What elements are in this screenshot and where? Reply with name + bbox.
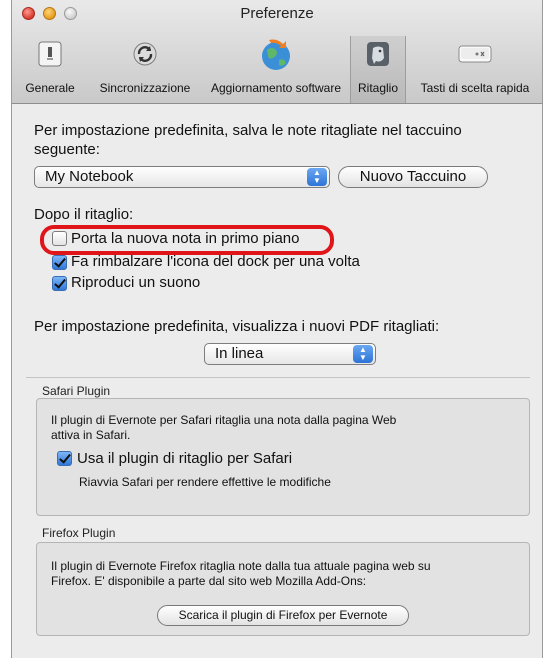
notebook-select[interactable]: My Notebook ▲ ▼ bbox=[34, 166, 330, 188]
firefox-plugin-desc-line1: Il plugin di Evernote Firefox ritaglia n… bbox=[51, 559, 431, 573]
safari-plugin-desc-line1: Il plugin di Evernote per Safari ritagli… bbox=[51, 413, 397, 427]
safari-plugin-checkbox-label: Usa il plugin di ritaglio per Safari bbox=[77, 450, 293, 467]
tab-tasti-di-scelta-rapida-label: Tasti di scelta rapida bbox=[420, 81, 530, 95]
notebook-select-value: My Notebook bbox=[45, 168, 134, 185]
after-clip-label: Dopo il ritaglio: bbox=[34, 206, 134, 223]
safari-plugin-group: Il plugin di Evernote per Safari ritagli… bbox=[36, 398, 530, 516]
tab-generale[interactable]: Generale bbox=[12, 36, 88, 103]
bounce-dock-checkbox[interactable] bbox=[52, 255, 67, 270]
globe-update-icon bbox=[259, 38, 293, 81]
safari-plugin-checkbox[interactable] bbox=[57, 451, 72, 466]
firefox-plugin-desc-line2: Firefox. E' disponibile a parte dal sito… bbox=[51, 574, 367, 588]
firefox-plugin-title: Firefox Plugin bbox=[42, 526, 116, 540]
default-notebook-label-line1: Per impostazione predefinita, salva le n… bbox=[34, 122, 462, 139]
safari-plugin-desc-line2: attiva in Safari. bbox=[51, 428, 131, 442]
play-sound-label: Riproduci un suono bbox=[71, 274, 201, 291]
download-firefox-plugin-button[interactable]: Scarica il plugin di Firefox per Evernot… bbox=[157, 605, 409, 626]
tab-sincronizzazione[interactable]: Sincronizzazione bbox=[88, 36, 202, 103]
sync-icon bbox=[130, 38, 160, 77]
pdf-view-select[interactable]: In linea ▲ ▼ bbox=[204, 343, 376, 365]
window-title: Preferenze bbox=[240, 5, 314, 22]
keyboard-key-icon bbox=[455, 38, 495, 77]
safari-restart-note: Riavvia Safari per rendere effettive le … bbox=[79, 475, 331, 489]
tab-aggiornamento-software[interactable]: Aggiornamento software bbox=[202, 36, 350, 103]
tab-generale-label: Generale bbox=[25, 81, 75, 95]
safari-plugin-title: Safari Plugin bbox=[42, 384, 111, 398]
bounce-dock-label: Fa rimbalzare l'icona del dock per una v… bbox=[71, 253, 360, 270]
play-sound-checkbox[interactable] bbox=[52, 276, 67, 291]
firefox-plugin-group: Il plugin di Evernote Firefox ritaglia n… bbox=[36, 542, 530, 636]
tab-aggiornamento-software-label: Aggiornamento software bbox=[210, 81, 342, 95]
switch-icon bbox=[35, 38, 65, 77]
select-arrows-icon: ▲ ▼ bbox=[307, 168, 327, 186]
tab-ritaglio-label: Ritaglio bbox=[357, 81, 399, 95]
select-arrows-icon: ▲ ▼ bbox=[353, 345, 373, 363]
pdf-view-label: Per impostazione predefinita, visualizza… bbox=[34, 318, 440, 335]
toolbar: Preferenze Generale Sincronizzazione Agg… bbox=[12, 0, 542, 104]
tab-sincronizzazione-label: Sincronizzazione bbox=[99, 81, 191, 95]
section-divider bbox=[26, 377, 530, 378]
elephant-icon bbox=[363, 38, 393, 77]
new-notebook-button[interactable]: Nuovo Taccuino bbox=[338, 166, 488, 188]
tab-ritaglio[interactable]: Ritaglio bbox=[350, 36, 406, 103]
pdf-view-select-value: In linea bbox=[215, 345, 264, 362]
preferences-window: Preferenze Generale Sincronizzazione Agg… bbox=[11, 0, 543, 658]
tab-tasti-di-scelta-rapida[interactable]: Tasti di scelta rapida bbox=[406, 36, 544, 103]
default-notebook-label-line2: seguente: bbox=[34, 141, 100, 158]
red-highlight-annotation bbox=[40, 225, 334, 255]
